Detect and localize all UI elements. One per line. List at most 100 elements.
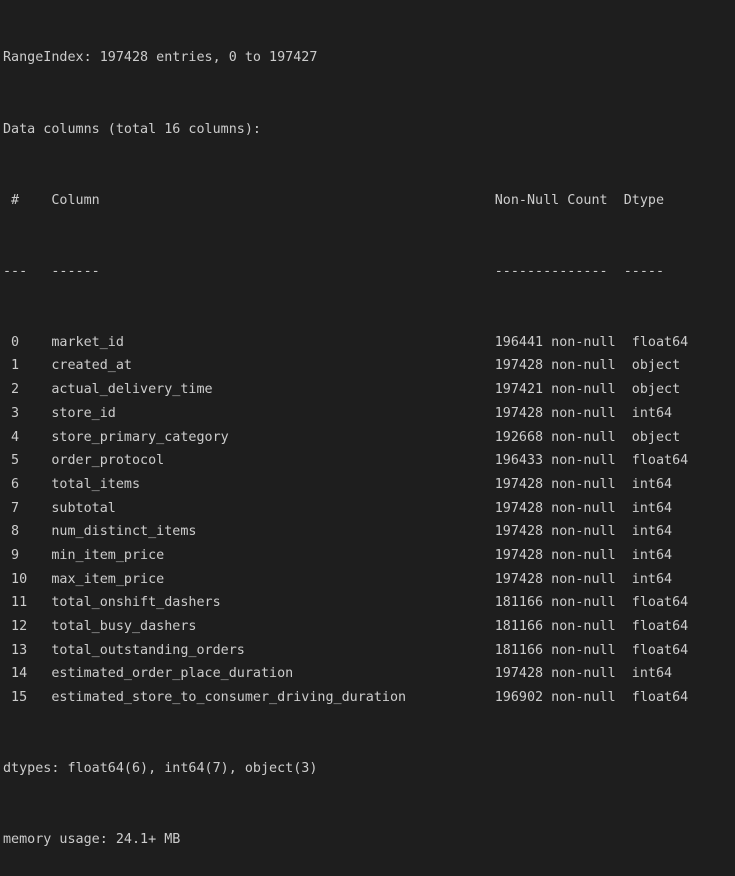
row-non-null-label: non-null — [551, 453, 616, 469]
row-non-null-count: 197428 — [494, 500, 544, 516]
row-column-name: market_id — [51, 334, 124, 350]
row-dtype: object — [631, 429, 681, 445]
row-column-name: store_primary_category — [51, 429, 229, 445]
row-column-name: estimated_order_place_duration — [51, 666, 294, 682]
table-row: 1 created_at 197428 non-null object — [3, 354, 735, 378]
separator-count: -------------- — [494, 263, 608, 279]
row-index: 0 — [3, 334, 20, 350]
row-non-null-count: 181166 — [494, 595, 544, 611]
row-column-name: store_id — [51, 405, 116, 421]
data-columns-line: Data columns (total 16 columns): — [3, 121, 261, 137]
row-non-null-count: 196902 — [494, 690, 544, 706]
row-column-name: actual_delivery_time — [51, 382, 213, 398]
row-dtype: int64 — [631, 500, 673, 516]
row-dtype: int64 — [631, 547, 673, 563]
row-non-null-count: 197421 — [494, 382, 544, 398]
table-row: 13 total_outstanding_orders 181166 non-null… — [3, 639, 735, 663]
table-row: 3 store_id 197428 non-null int64 — [3, 402, 735, 426]
row-dtype: float64 — [631, 334, 689, 350]
table-row: 15 estimated_store_to_consumer_driving_du… — [3, 686, 735, 710]
separator-dtype: ----- — [623, 263, 665, 279]
column-rows: 0 market_id 196441 non-null float64 1 created… — [3, 331, 735, 710]
row-non-null-count: 181166 — [494, 619, 544, 635]
row-non-null-label: non-null — [551, 382, 616, 398]
separator-column: ------ — [51, 263, 100, 279]
row-dtype: object — [631, 358, 681, 374]
header-num: # — [3, 192, 20, 208]
row-column-name: subtotal — [51, 500, 116, 516]
row-index: 12 — [3, 619, 28, 635]
row-dtype: float64 — [631, 642, 689, 658]
row-column-name: created_at — [51, 358, 132, 374]
row-non-null-count: 181166 — [494, 642, 544, 658]
table-row: 2 actual_delivery_time 197421 non-null objec… — [3, 378, 735, 402]
row-non-null-count: 197428 — [494, 547, 544, 563]
row-column-name: total_onshift_dashers — [51, 595, 221, 611]
row-non-null-count: 197428 — [494, 571, 544, 587]
row-non-null-count: 197428 — [494, 358, 544, 374]
row-non-null-count: 196441 — [494, 334, 544, 350]
row-column-name: num_distinct_items — [51, 524, 197, 540]
table-row: 5 order_protocol 196433 non-null float64 — [3, 449, 735, 473]
row-column-name: min_item_price — [51, 547, 165, 563]
row-column-name: estimated_store_to_consumer_driving_dura… — [51, 690, 407, 706]
table-row: 7 subtotal 197428 non-null int64 — [3, 497, 735, 521]
header-column: Column — [51, 192, 100, 208]
table-row: 12 total_busy_dashers 181166 non-null float6… — [3, 615, 735, 639]
row-non-null-label: non-null — [551, 595, 616, 611]
row-column-name: order_protocol — [51, 453, 165, 469]
row-index: 10 — [3, 571, 28, 587]
row-dtype: int64 — [631, 571, 673, 587]
memory-usage-line: memory usage: 24.1+ MB — [3, 832, 181, 848]
row-index: 5 — [3, 453, 20, 469]
row-index: 1 — [3, 358, 20, 374]
row-dtype: float64 — [631, 595, 689, 611]
row-non-null-count: 197428 — [494, 476, 544, 492]
row-index: 2 — [3, 382, 20, 398]
header-non-null-count: Non-Null Count — [494, 192, 608, 208]
row-non-null-label: non-null — [551, 334, 616, 350]
row-non-null-label: non-null — [551, 619, 616, 635]
row-non-null-count: 197428 — [494, 666, 544, 682]
table-row: 0 market_id 196441 non-null float64 — [3, 331, 735, 355]
table-row: 8 num_distinct_items 197428 non-null int64 — [3, 520, 735, 544]
row-index: 7 — [3, 500, 20, 516]
row-non-null-label: non-null — [551, 476, 616, 492]
header-row: # Column Non-Null Count Dtype — [3, 189, 735, 213]
row-index: 9 — [3, 547, 20, 563]
row-index: 6 — [3, 476, 20, 492]
row-dtype: object — [631, 382, 681, 398]
row-dtype: float64 — [631, 619, 689, 635]
header-separator-row: --- ------ -------------- ----- — [3, 260, 735, 284]
header-dtype: Dtype — [623, 192, 665, 208]
row-dtype: int64 — [631, 666, 673, 682]
row-dtype: int64 — [631, 476, 673, 492]
row-non-null-label: non-null — [551, 405, 616, 421]
row-index: 3 — [3, 405, 20, 421]
row-non-null-label: non-null — [551, 524, 616, 540]
row-dtype: int64 — [631, 524, 673, 540]
table-row: 11 total_onshift_dashers 181166 non-null flo… — [3, 591, 735, 615]
row-non-null-label: non-null — [551, 571, 616, 587]
row-column-name: total_outstanding_orders — [51, 642, 245, 658]
table-row: 6 total_items 197428 non-null int64 — [3, 473, 735, 497]
row-dtype: float64 — [631, 453, 689, 469]
row-dtype: int64 — [631, 405, 673, 421]
row-index: 13 — [3, 642, 28, 658]
row-non-null-count: 197428 — [494, 524, 544, 540]
separator-num: --- — [3, 263, 28, 279]
table-row: 10 max_item_price 197428 non-null int64 — [3, 568, 735, 592]
row-non-null-label: non-null — [551, 429, 616, 445]
row-non-null-label: non-null — [551, 642, 616, 658]
row-index: 8 — [3, 524, 20, 540]
row-non-null-label: non-null — [551, 690, 616, 706]
table-row: 14 estimated_order_place_duration 197428 no… — [3, 662, 735, 686]
row-column-name: max_item_price — [51, 571, 165, 587]
row-index: 11 — [3, 595, 28, 611]
row-index: 15 — [3, 690, 28, 706]
row-index: 4 — [3, 429, 20, 445]
row-index: 14 — [3, 666, 28, 682]
range-index-line: RangeIndex: 197428 entries, 0 to 197427 — [3, 50, 318, 66]
dtypes-summary-line: dtypes: float64(6), int64(7), object(3) — [3, 761, 318, 777]
row-column-name: total_busy_dashers — [51, 619, 197, 635]
